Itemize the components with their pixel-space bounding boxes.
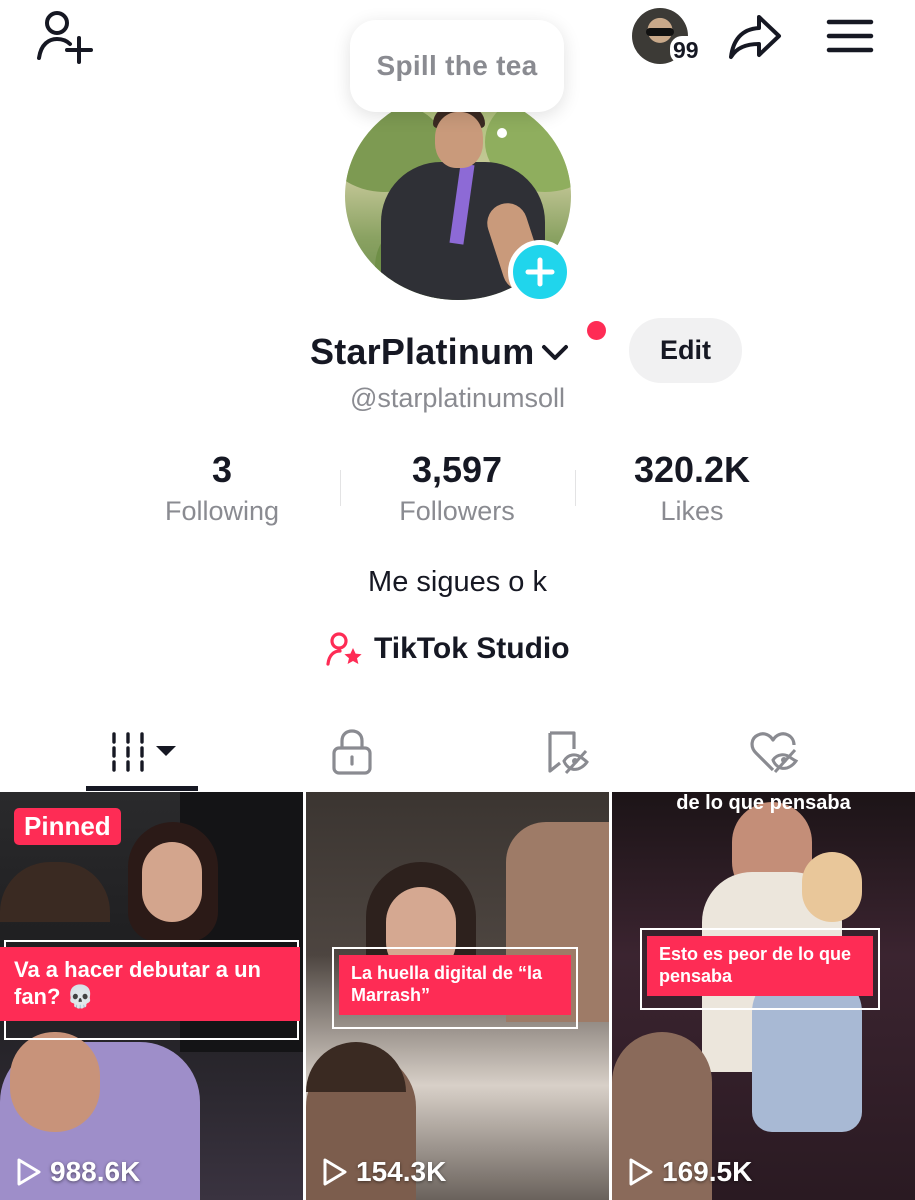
stat-followers[interactable]: 3,597 Followers (357, 448, 557, 530)
play-icon (323, 1158, 347, 1186)
user-handle: @starplatinumsoll (350, 383, 565, 413)
play-icon (17, 1158, 41, 1186)
stat-divider (575, 470, 576, 506)
tab-private[interactable] (300, 716, 404, 788)
video-thumbnail[interactable]: de lo que pensaba Esto es peor de lo que… (612, 792, 915, 1200)
view-count-text: 169.5K (662, 1156, 753, 1187)
video-caption: La huella digital de “la Marrash” (339, 955, 571, 1015)
tiktok-studio-label: TikTok Studio (374, 632, 570, 665)
notifications-button[interactable]: 99 (632, 8, 710, 66)
video-overlay-text: de lo que pensaba (676, 792, 851, 814)
video-grid: Pinned Va a hacer debutar a un fan? 💀 98… (0, 792, 915, 1200)
likes-count: 320.2K (633, 449, 751, 490)
chevron-down-icon[interactable] (540, 337, 570, 367)
edit-profile-button[interactable]: Edit (629, 318, 742, 383)
following-count: 3 (211, 449, 233, 490)
favorites-hidden-icon (548, 731, 589, 775)
lock-icon (332, 729, 372, 775)
add-friend-button[interactable] (34, 8, 96, 64)
note-bubble-text: Spill the tea (376, 50, 538, 81)
following-label: Following (164, 496, 280, 526)
profile-bio: Me sigues o k (368, 566, 547, 598)
tiktok-studio-link[interactable]: TikTok Studio (326, 628, 570, 670)
share-button[interactable] (726, 10, 784, 62)
view-count: 154.3K (322, 1156, 446, 1188)
view-count: 169.5K (628, 1156, 752, 1188)
person-plus-icon (37, 11, 93, 64)
video-thumbnail[interactable]: Pinned Va a hacer debutar a un fan? 💀 98… (0, 792, 303, 1200)
view-count-text: 154.3K (356, 1156, 447, 1187)
add-story-button[interactable] (508, 240, 572, 304)
likes-label: Likes (660, 496, 724, 526)
username-row[interactable]: StarPlatinum (310, 322, 570, 382)
tab-liked[interactable] (722, 716, 826, 788)
hamburger-icon (826, 19, 874, 53)
profile-tabs (0, 716, 915, 788)
followers-count: 3,597 (411, 449, 503, 490)
username: StarPlatinum (310, 331, 535, 372)
video-caption: Va a hacer debutar a un fan? 💀 (0, 947, 300, 1021)
pinned-badge: Pinned (14, 808, 121, 845)
tab-favorites[interactable] (515, 716, 619, 788)
video-thumbnail[interactable]: La huella digital de “la Marrash” 154.3K (306, 792, 609, 1200)
followers-label: Followers (399, 496, 515, 526)
videos-grid-icon (112, 732, 176, 772)
liked-hidden-icon (750, 732, 799, 774)
stat-following[interactable]: 3 Following (122, 448, 322, 530)
notification-count: 99 (670, 36, 702, 64)
view-count-text: 988.6K (50, 1156, 141, 1187)
video-caption: Esto es peor de lo que pensaba (647, 936, 873, 996)
stat-likes[interactable]: 320.2K Likes (592, 448, 792, 530)
play-icon (629, 1158, 653, 1186)
stat-divider (340, 470, 341, 506)
plus-icon (525, 257, 555, 287)
note-bubble[interactable]: Spill the tea (350, 20, 564, 112)
creator-star-icon (326, 632, 362, 666)
tab-videos[interactable] (86, 716, 198, 788)
account-switch-dot (587, 321, 606, 340)
active-tab-indicator (86, 786, 198, 791)
bubble-tail (497, 128, 507, 138)
menu-button[interactable] (822, 12, 878, 60)
view-count: 988.6K (16, 1156, 140, 1188)
share-arrow-icon (729, 15, 781, 59)
